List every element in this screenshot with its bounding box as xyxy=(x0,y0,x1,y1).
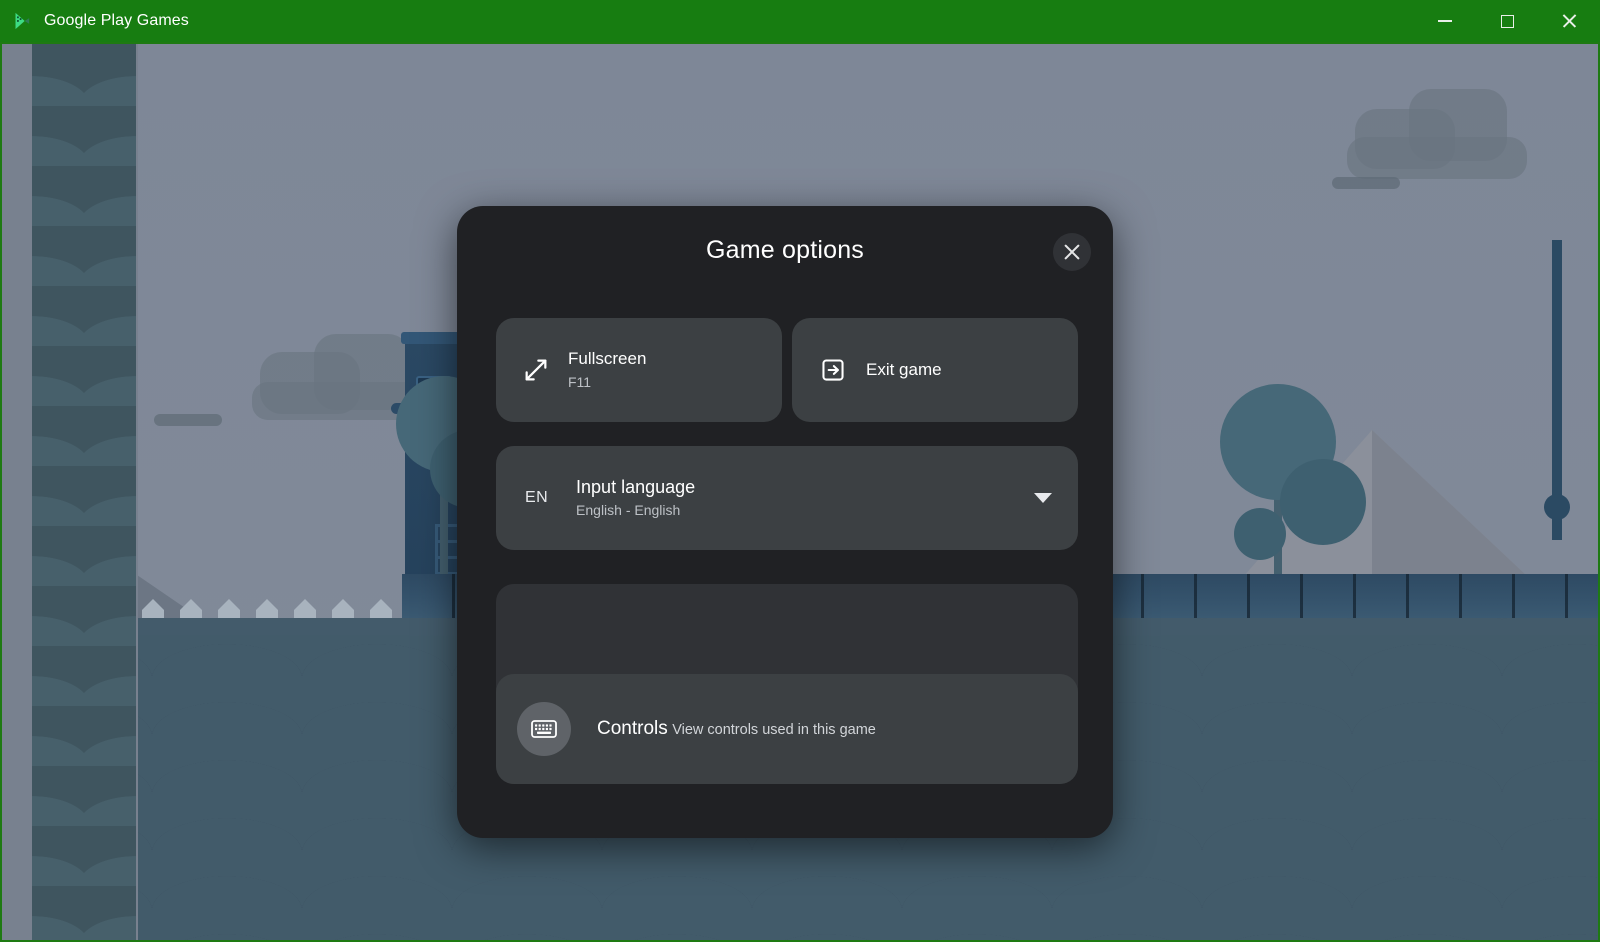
fullscreen-button[interactable]: Fullscreen F11 xyxy=(496,318,782,422)
minimize-button[interactable] xyxy=(1414,0,1476,42)
google-play-games-icon xyxy=(12,11,32,31)
controls-labels: Controls View controls used in this game xyxy=(597,717,876,741)
tree-right-foliage-c xyxy=(1234,508,1286,560)
cloud-dash-right xyxy=(1332,177,1400,189)
fullscreen-shortcut: F11 xyxy=(568,374,592,390)
tree-right-foliage-b xyxy=(1280,459,1366,545)
maximize-icon xyxy=(1500,14,1514,28)
controls-icon-circle xyxy=(517,702,571,756)
controls-title: Controls xyxy=(597,718,668,739)
window-title: Google Play Games xyxy=(44,12,189,29)
input-language-labels: Input language English - English xyxy=(576,476,695,520)
chevron-down-icon[interactable] xyxy=(1034,493,1052,503)
controls-subtitle: View controls used in this game xyxy=(672,722,876,738)
exit-game-button[interactable]: Exit game xyxy=(792,318,1078,422)
window-controls xyxy=(1414,0,1600,42)
dialog-close-button[interactable] xyxy=(1053,233,1091,271)
keyboard-icon xyxy=(531,719,557,739)
close-window-button[interactable] xyxy=(1538,0,1600,42)
game-options-dialog: Game options Fullscreen F11 Exit game EN… xyxy=(457,206,1113,838)
scene-left-wave-strip xyxy=(32,44,136,940)
fullscreen-title: Fullscreen xyxy=(568,349,647,368)
input-language-title: Input language xyxy=(576,477,696,497)
exit-arrow-icon xyxy=(820,357,846,383)
controls-button[interactable]: Controls View controls used in this game xyxy=(496,674,1078,784)
game-viewport: Game options Fullscreen F11 Exit game EN… xyxy=(0,42,1600,942)
close-icon xyxy=(1561,13,1577,29)
fullscreen-expand-icon xyxy=(522,356,550,384)
exit-game-label: Exit game xyxy=(866,360,942,379)
tower-roof xyxy=(401,332,465,344)
close-icon xyxy=(1063,243,1081,261)
language-code-badge: EN xyxy=(525,489,549,506)
dialog-title: Game options xyxy=(705,236,865,264)
cloud-dash-left xyxy=(154,414,222,426)
input-language-value: English - English xyxy=(576,502,681,518)
window-title-bar: Google Play Games xyxy=(0,0,1600,42)
maximize-button[interactable] xyxy=(1476,0,1538,42)
input-language-row[interactable]: EN Input language English - English xyxy=(496,446,1078,550)
scene-post-knob xyxy=(1544,494,1570,520)
minimize-icon xyxy=(1438,20,1452,22)
fullscreen-labels: Fullscreen F11 xyxy=(568,348,646,392)
